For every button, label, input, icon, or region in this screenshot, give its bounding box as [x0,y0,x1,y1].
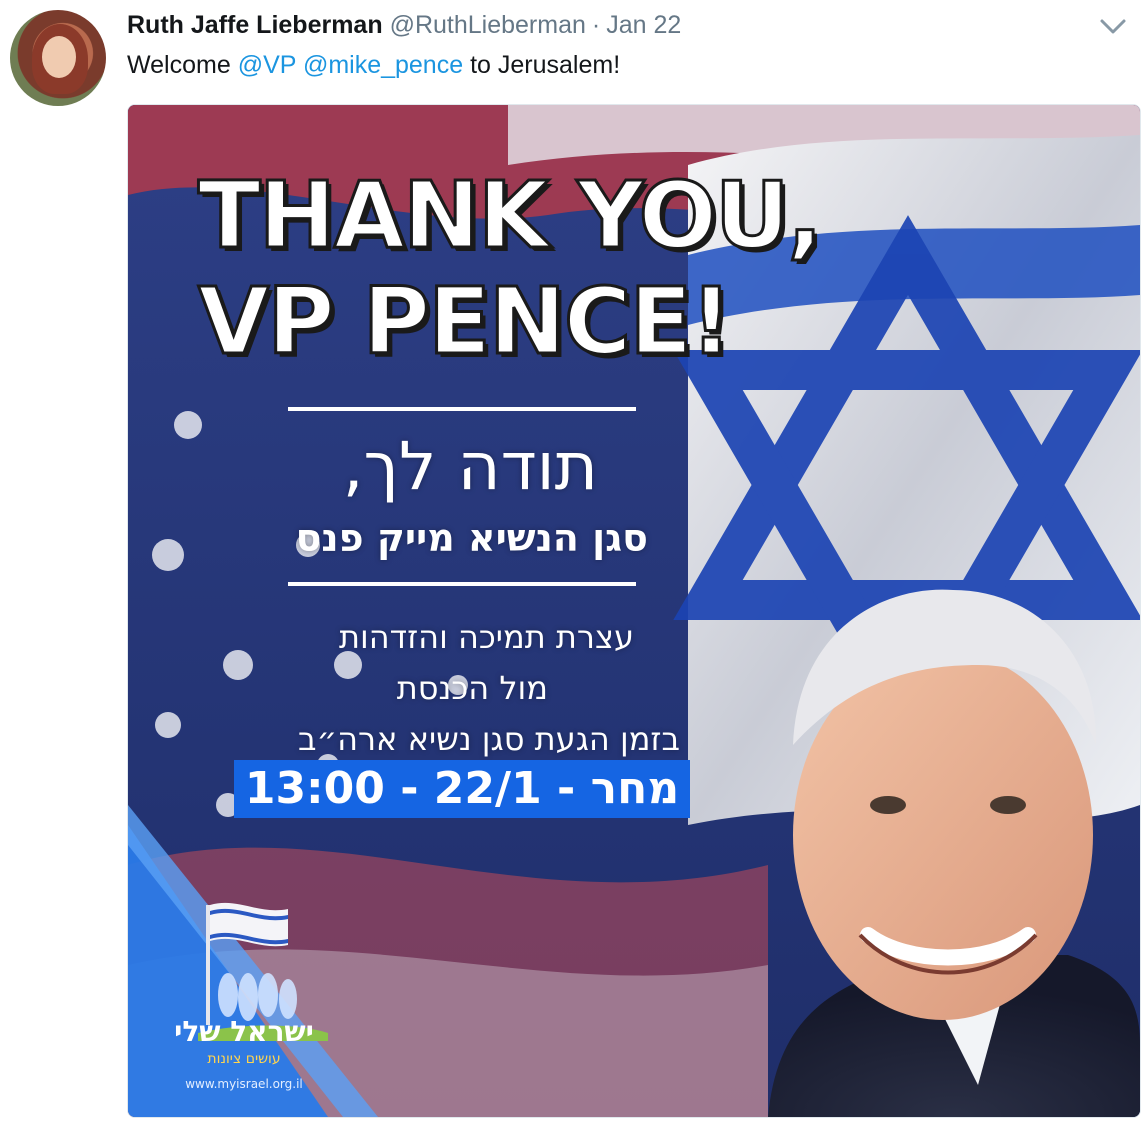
poster-title-line-2: VP PENCE! [197,267,734,376]
mention-vp[interactable]: @VP [238,51,296,79]
tweet-date[interactable]: Jan 22 [606,11,681,39]
hebrew-rally-line-1: עצרת תמיכה והזדהות [338,618,634,656]
separator-dot: · [591,11,601,39]
tweet-header: Ruth Jaffe Lieberman @RuthLieberman · Jan … [127,10,681,40]
tweet-text-before: Welcome [127,51,231,79]
mention-mike-pence[interactable]: @mike_pence [303,51,463,79]
logo-tagline: עושים ציונות [207,1051,281,1067]
poster-title: THANK YOU, VP PENCE! [197,161,824,376]
poster-title-line-1: THANK YOU, [197,161,824,270]
tweet-text-after: to Jerusalem! [470,51,621,79]
logo-name: ישראל שלי [174,1015,314,1048]
logo-url: www.myisrael.org.il [185,1077,303,1091]
tweet[interactable]: Ruth Jaffe Lieberman @RuthLieberman · Jan … [0,0,1148,1142]
divider-bottom [288,582,636,586]
date-time-banner: 13:00 - 22/1 - מחר [234,760,690,818]
author-name[interactable]: Ruth Jaffe Lieberman [127,11,383,39]
chevron-down-icon[interactable] [1098,14,1128,38]
author-handle[interactable]: @RuthLieberman [390,11,586,39]
avatar[interactable] [10,10,106,106]
divider-top [288,407,636,411]
tweet-text: Welcome @VP @mike_pence to Jerusalem! [127,48,620,82]
tweet-media-image[interactable]: THANK YOU, VP PENCE! תודה לך, סגן הנשיא … [127,104,1141,1118]
avatar-face [42,36,76,78]
hebrew-rally-line-2: מול הכנסת [396,669,548,707]
hebrew-rally-line-3: בזמן הגעת סגן נשיא ארה״ב [297,720,680,758]
hebrew-vp-name: סגן הנשיא מייק פנס [295,516,648,560]
hebrew-thanks: תודה לך, [342,428,598,505]
